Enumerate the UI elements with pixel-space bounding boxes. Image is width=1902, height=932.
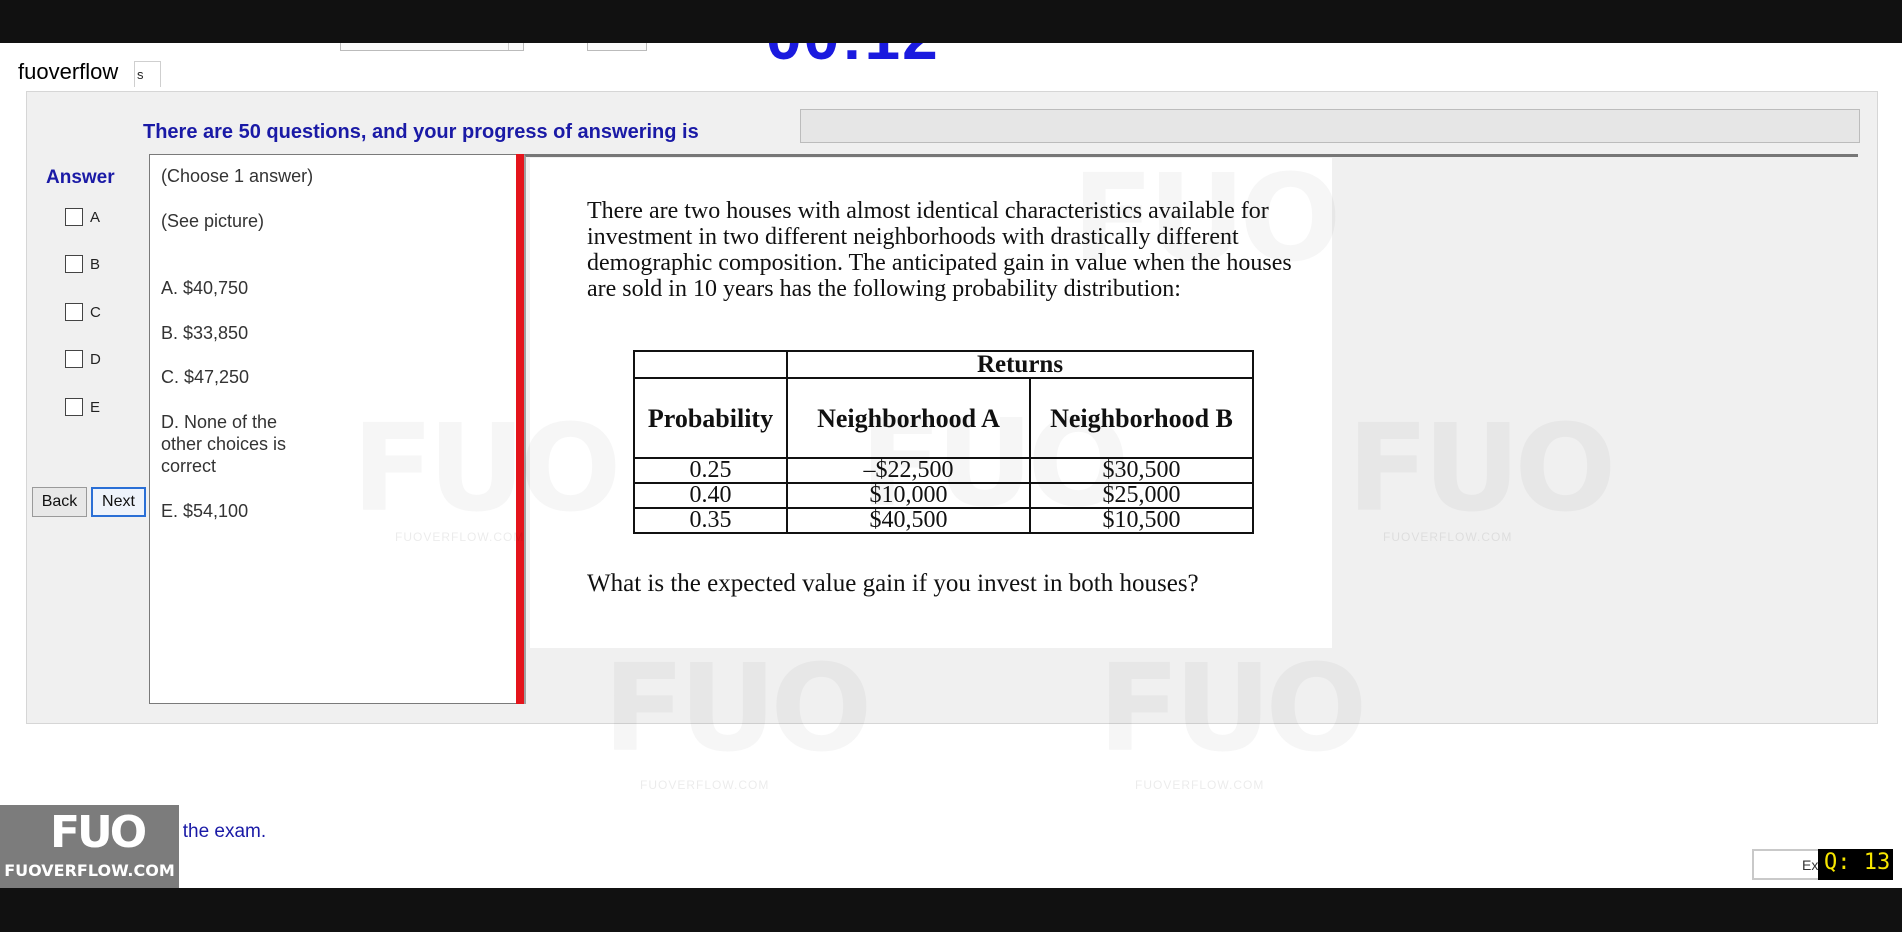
watermark-text: FUOVERFLOW.COM (1135, 778, 1265, 792)
column-header: Neighborhood B (1029, 377, 1254, 459)
watermark-text: FUOVERFLOW.COM (640, 778, 770, 792)
see-picture-note: (See picture) (161, 211, 265, 231)
site-tag: fuoverflow (10, 59, 127, 85)
table-cell: $25,000 (1029, 482, 1254, 509)
table-cell: $10,000 (786, 482, 1031, 509)
watermark: FUO (1347, 400, 1610, 539)
choice-b-text: B. $33,850 (161, 323, 249, 343)
answer-option-label: E (90, 398, 101, 416)
table-row: 0.25 –$22,500 $30,500 (633, 457, 1254, 484)
watermark: FUO (1098, 640, 1361, 779)
logo-mark: FUO (50, 807, 147, 858)
table-cell: 0.35 (633, 507, 788, 534)
choice-d-text: D. None of the other choices is correct (161, 412, 287, 476)
question-prompt: What is the expected value gain if you i… (587, 570, 1199, 597)
back-button[interactable]: Back (32, 487, 87, 517)
table-cell: 0.40 (633, 482, 788, 509)
logo-text: FUOVERFLOW.COM (4, 861, 175, 880)
progress-label: There are 50 questions, and your progres… (143, 121, 699, 143)
answer-option-label: B (90, 255, 101, 273)
checkbox-b[interactable] (65, 255, 83, 273)
next-button[interactable]: Next (91, 487, 146, 517)
choice-a-text: A. $40,750 (161, 278, 249, 298)
table-row: 0.40 $10,000 $25,000 (633, 482, 1254, 509)
column-header: Probability (633, 377, 788, 459)
answer-heading: Answer (46, 167, 115, 188)
exit-button[interactable]: Exit (1752, 849, 1825, 880)
column-header: Neighborhood A (786, 377, 1031, 459)
top-black-bar (0, 0, 1902, 43)
checkbox-a[interactable] (65, 208, 83, 226)
answer-option-d[interactable]: D (65, 350, 101, 368)
watermark: FUO (352, 400, 615, 539)
fuoverflow-logo: FUO FUOVERFLOW.COM (0, 805, 179, 888)
watermark-text: FUOVERFLOW.COM (1383, 530, 1513, 544)
table-cell: $30,500 (1029, 457, 1254, 484)
question-counter: Q: 13 (1818, 849, 1894, 880)
table-cell: 0.25 (633, 457, 788, 484)
table-row: 0.35 $40,500 $10,500 (633, 507, 1254, 534)
top-textbox[interactable] (587, 43, 647, 51)
answer-option-b[interactable]: B (65, 255, 100, 273)
choice-c-text: C. $47,250 (161, 367, 250, 387)
choice-e-text: E. $54,100 (161, 501, 249, 521)
returns-table: Returns Probability Neighborhood A Neigh… (633, 350, 1254, 534)
answer-option-e[interactable]: E (65, 398, 100, 416)
tab-questions[interactable]: s (134, 61, 161, 87)
top-combobox[interactable] (340, 43, 524, 51)
timer-display: 00:12 (766, 43, 940, 65)
table-cell: $40,500 (786, 507, 1031, 534)
answer-option-label: A (90, 208, 101, 226)
choice-instruction: (Choose 1 answer) (161, 166, 314, 186)
answer-option-label: D (90, 350, 101, 368)
answer-option-label: C (90, 303, 101, 321)
table-corner (633, 350, 788, 379)
answer-option-c[interactable]: C (65, 303, 101, 321)
bottom-black-bar (0, 888, 1902, 932)
watermark: FUO (603, 640, 866, 779)
progress-bar (800, 109, 1860, 143)
watermark-text: FUOVERFLOW.COM (395, 530, 525, 544)
checkbox-d[interactable] (65, 350, 83, 368)
question-intro: There are two houses with almost identic… (587, 198, 1292, 302)
table-cell: $10,500 (1029, 507, 1254, 534)
checkbox-e[interactable] (65, 398, 83, 416)
returns-header: Returns (786, 350, 1254, 379)
checkbox-c[interactable] (65, 303, 83, 321)
answer-option-a[interactable]: A (65, 208, 100, 226)
table-cell: –$22,500 (786, 457, 1031, 484)
